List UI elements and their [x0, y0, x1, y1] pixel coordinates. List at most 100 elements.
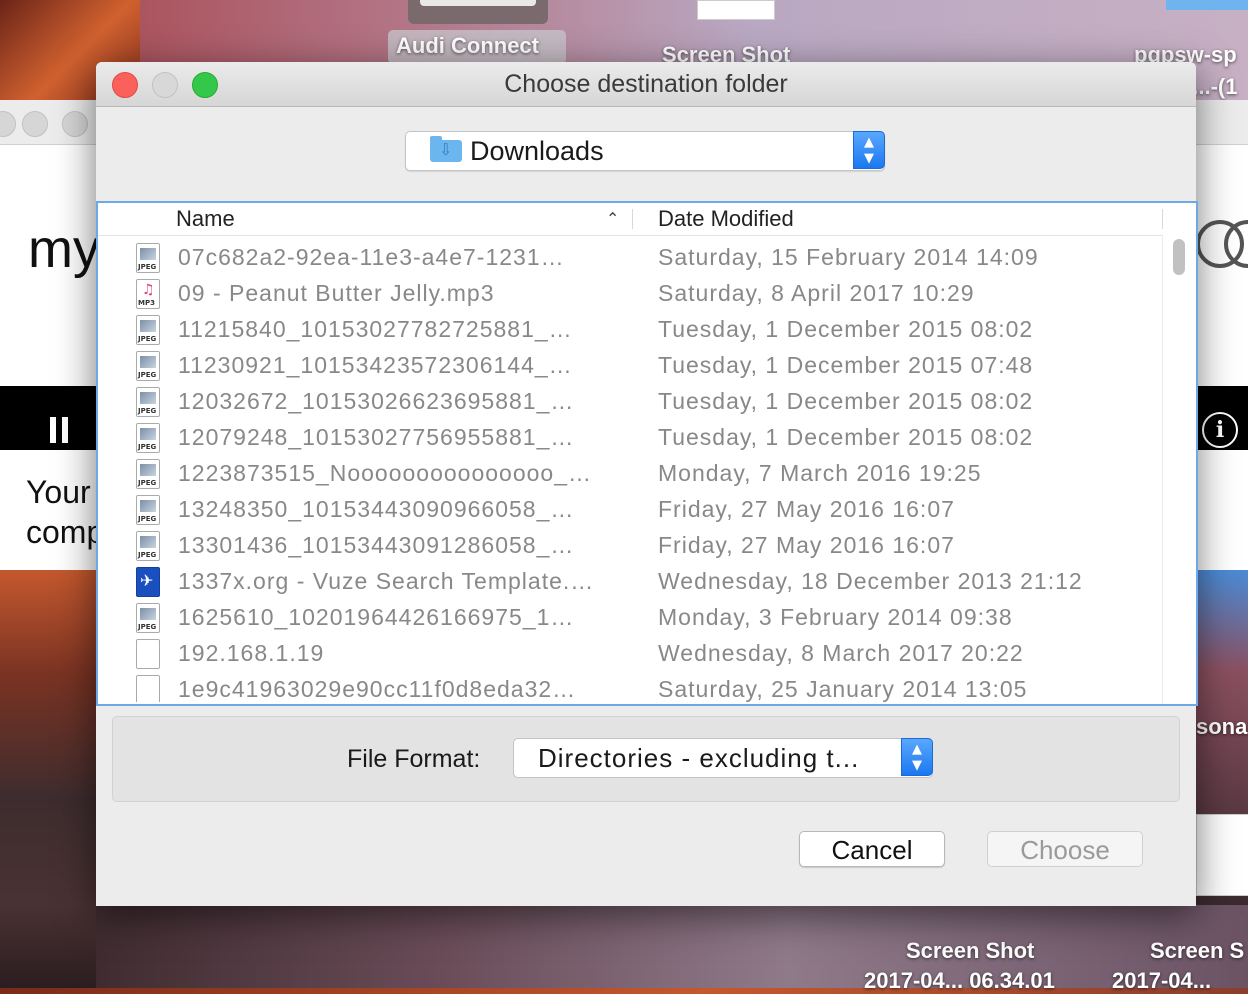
popup-stepper-icon[interactable]: ▲ ▼: [901, 738, 933, 776]
zoom-icon[interactable]: [62, 111, 88, 137]
file-date-modified: Wednesday, 18 December 2013 21:12: [658, 568, 1083, 594]
close-icon[interactable]: [0, 111, 16, 137]
desktop-icon-label[interactable]: 2017-04...: [1112, 968, 1211, 994]
desktop-icon-label[interactable]: sona: [1196, 714, 1247, 740]
file-date-modified: Friday, 27 May 2016 16:07: [658, 496, 955, 522]
file-date-modified: Friday, 27 May 2016 16:07: [658, 532, 955, 558]
file-date-modified: Tuesday, 1 December 2015 07:48: [658, 352, 1034, 378]
pause-icon[interactable]: [50, 417, 74, 447]
audi-logo: [1196, 220, 1248, 270]
background-body-text: Your comp: [26, 472, 104, 552]
file-date-modified: Tuesday, 1 December 2015 08:02: [658, 316, 1034, 342]
file-date-modified: Saturday, 15 February 2014 14:09: [658, 244, 1039, 270]
jpeg-file-icon: JPEG: [136, 351, 160, 381]
desktop-icon-label[interactable]: Screen Shot: [906, 938, 1034, 964]
column-divider[interactable]: [1162, 209, 1163, 229]
file-row[interactable]: JPEG 11230921_10153423572306144_… Tuesday,…: [98, 347, 1164, 383]
jpeg-file-icon: JPEG: [136, 531, 160, 561]
file-type-tag: JPEG: [138, 263, 157, 271]
file-type-tag: JPEG: [138, 335, 157, 343]
file-list[interactable]: Name ⌃ Date Modified JPEG 07c682a2-92ea-1…: [96, 201, 1198, 706]
file-name: 1223873515_Nooooooooooooooo_…: [178, 460, 592, 486]
background-text-line: Your: [26, 474, 91, 510]
file-rows: JPEG 07c682a2-92ea-11e3-a4e7-1231… Saturda…: [98, 239, 1196, 702]
file-name: 13301436_10153443091286058_…: [178, 532, 575, 558]
wallpaper-rocks: [0, 570, 100, 988]
file-name: 13248350_10153443090966058_…: [178, 496, 575, 522]
file-date-modified: Monday, 7 March 2016 19:25: [658, 460, 982, 486]
background-text-line: comp: [26, 514, 105, 550]
downloads-folder-icon: [430, 136, 462, 162]
desktop-icon-label[interactable]: 2017-04... 06.34.01: [864, 968, 1055, 994]
folder-desktop-icon[interactable]: [1166, 0, 1248, 10]
file-row[interactable]: 1337x.org - Vuze Search Template.… Wednes…: [98, 563, 1164, 599]
blank-document-icon: [136, 639, 160, 669]
sort-ascending-icon[interactable]: ⌃: [606, 203, 619, 235]
cancel-button[interactable]: Cancel: [799, 831, 945, 867]
file-name: 1e9c41963029e90cc11f0d8eda32…: [178, 676, 577, 702]
file-type-tag: JPEG: [138, 515, 157, 523]
minimize-icon[interactable]: [22, 111, 48, 137]
wallpaper-rocks-bottom: [96, 905, 1248, 988]
column-header: Name ⌃ Date Modified: [98, 203, 1196, 236]
choose-folder-dialog: Choose destination folder Downloads ▲▼ N…: [96, 62, 1198, 906]
file-date-modified: Tuesday, 1 December 2015 08:02: [658, 424, 1034, 450]
file-name: 11230921_10153423572306144_…: [178, 352, 573, 378]
file-row[interactable]: JPEG 11215840_10153027782725881_… Tuesday,…: [98, 311, 1164, 347]
file-row[interactable]: MP3 09 - Peanut Butter Jelly.mp3 Saturday,…: [98, 275, 1164, 311]
choose-button[interactable]: Choose: [987, 831, 1143, 867]
mp3-file-icon: MP3: [136, 279, 160, 309]
vuze-file-icon: [136, 567, 160, 597]
location-label: Downloads: [470, 136, 604, 166]
scroll-thumb[interactable]: [1173, 239, 1185, 275]
file-name: 09 - Peanut Butter Jelly.mp3: [178, 280, 495, 306]
screenshot-desktop-icon[interactable]: [1196, 814, 1248, 896]
file-date-modified: Wednesday, 8 March 2017 20:22: [658, 640, 1024, 666]
dialog-titlebar: Choose destination folder: [96, 62, 1196, 107]
column-header-date[interactable]: Date Modified: [658, 203, 794, 235]
file-date-modified: Monday, 3 February 2014 09:38: [658, 604, 1013, 630]
file-row[interactable]: 1e9c41963029e90cc11f0d8eda32… Saturday, 2…: [98, 671, 1164, 702]
location-popup[interactable]: Downloads ▲▼: [405, 131, 885, 171]
file-row[interactable]: JPEG 1625610_10201964426166975_1… Monday, …: [98, 599, 1164, 635]
vertical-scrollbar[interactable]: [1162, 235, 1195, 704]
jpeg-file-icon: JPEG: [136, 387, 160, 417]
jpeg-file-icon: JPEG: [136, 315, 160, 345]
file-name: 11215840_10153027782725881_…: [178, 316, 573, 342]
file-row[interactable]: JPEG 12032672_10153026623695881_… Tuesday,…: [98, 383, 1164, 419]
popup-stepper-icon[interactable]: ▲ ▼: [853, 131, 885, 169]
file-row[interactable]: JPEG 13301436_10153443091286058_… Friday, …: [98, 527, 1164, 563]
column-header-name[interactable]: Name: [176, 203, 235, 235]
file-row[interactable]: JPEG 13248350_10153443090966058_… Friday, …: [98, 491, 1164, 527]
column-divider[interactable]: [632, 209, 633, 229]
file-type-tag: JPEG: [138, 479, 157, 487]
file-row[interactable]: 192.168.1.19 Wednesday, 8 March 2017 20:2…: [98, 635, 1164, 671]
jpeg-file-icon: JPEG: [136, 495, 160, 525]
screenshot-desktop-icon[interactable]: [697, 0, 775, 20]
file-type-tag: JPEG: [138, 371, 157, 379]
desktop-icon-label[interactable]: Audi Connect: [396, 33, 539, 59]
file-name: 07c682a2-92ea-11e3-a4e7-1231…: [178, 244, 565, 270]
file-row[interactable]: JPEG 12079248_10153027756955881_… Tuesday,…: [98, 419, 1164, 455]
file-type-tag: JPEG: [138, 551, 157, 559]
file-format-popup[interactable]: Directories - excluding t... ▲ ▼: [513, 738, 933, 778]
file-format-panel: File Format: Directories - excluding t..…: [112, 716, 1180, 802]
file-type-tag: JPEG: [138, 443, 157, 451]
file-name: 1625610_10201964426166975_1…: [178, 604, 575, 630]
file-type-tag: MP3: [138, 299, 155, 307]
jpeg-file-icon: JPEG: [136, 603, 160, 633]
file-row[interactable]: JPEG 1223873515_Nooooooooooooooo_… Monday,…: [98, 455, 1164, 491]
audi-connect-desktop-icon[interactable]: [408, 0, 548, 24]
desktop-icon-label[interactable]: Screen S: [1150, 938, 1244, 964]
file-row[interactable]: JPEG 07c682a2-92ea-11e3-a4e7-1231… Saturda…: [98, 239, 1164, 275]
info-icon[interactable]: i: [1202, 412, 1238, 448]
file-name: 12079248_10153027756955881_…: [178, 424, 575, 450]
file-format-label: File Format:: [347, 745, 481, 773]
file-date-modified: Saturday, 8 April 2017 10:29: [658, 280, 975, 306]
file-date-modified: Tuesday, 1 December 2015 08:02: [658, 388, 1034, 414]
file-type-tag: JPEG: [138, 623, 157, 631]
blank-document-icon: [136, 675, 160, 702]
background-heading: my: [28, 219, 100, 279]
file-name: 192.168.1.19: [178, 640, 325, 666]
file-date-modified: Saturday, 25 January 2014 13:05: [658, 676, 1028, 702]
